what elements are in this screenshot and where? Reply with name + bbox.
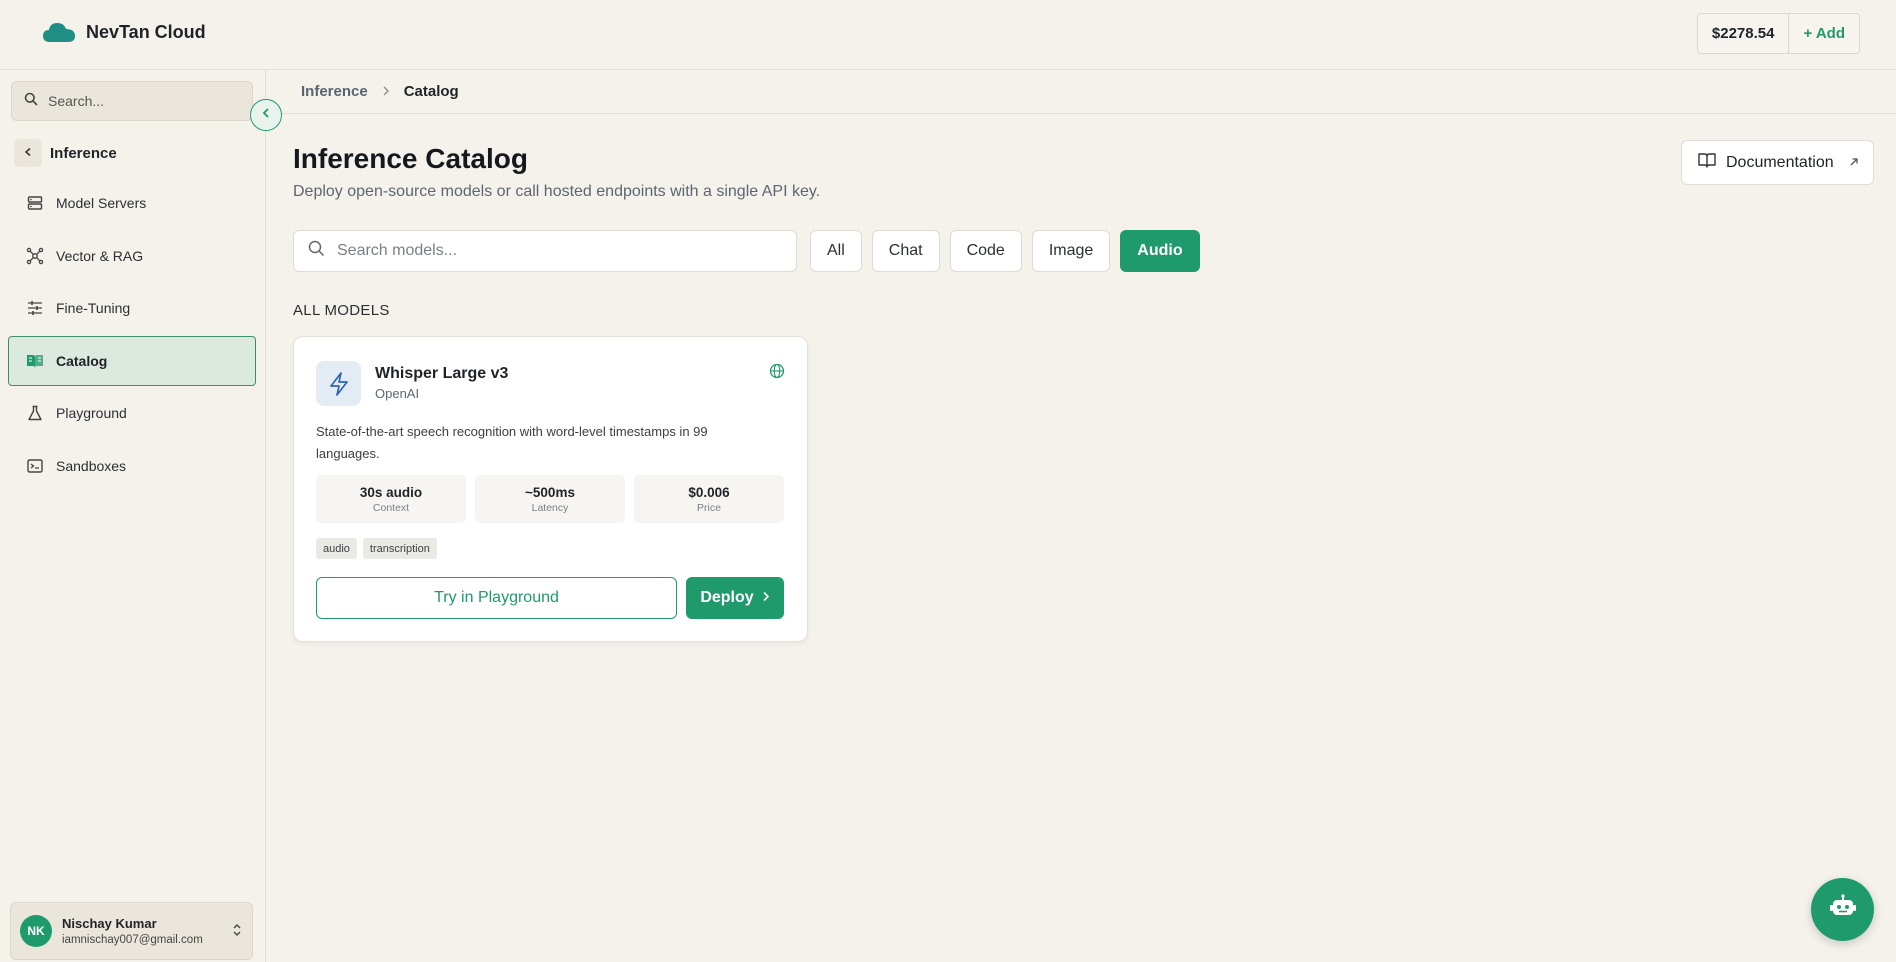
chevron-left-icon — [260, 106, 272, 124]
sidebar-section-title: Inference — [50, 144, 117, 162]
model-description: State-of-the-art speech recognition with… — [316, 424, 708, 461]
documentation-label: Documentation — [1726, 153, 1834, 171]
terminal-icon — [26, 457, 44, 475]
section-label: ALL MODELS — [293, 302, 390, 319]
collapse-sidebar-button[interactable] — [250, 99, 282, 131]
chevron-left-icon — [23, 144, 33, 162]
stat-value: ~500ms — [525, 484, 575, 500]
sidebar-search[interactable] — [11, 81, 253, 121]
model-name: Whisper Large v3 — [375, 365, 509, 382]
model-search[interactable] — [293, 230, 797, 272]
sidebar-section-header: Inference — [14, 139, 117, 167]
sidebar-item-catalog[interactable]: Catalog — [8, 335, 256, 386]
user-menu[interactable]: NK Nischay Kumar iamnischay007@gmail.com — [10, 902, 253, 960]
chevron-right-icon — [382, 83, 390, 100]
external-link-icon — [1849, 154, 1859, 172]
book-open-icon — [1698, 152, 1716, 173]
sidebar: Inference Model Servers Vector & RAG Fin… — [0, 70, 282, 962]
balance-amount: $2278.54 — [1698, 14, 1790, 53]
back-button[interactable] — [14, 139, 42, 167]
user-name: Nischay Kumar — [62, 916, 157, 931]
stat-label: Latency — [531, 501, 569, 514]
chevron-right-icon — [762, 589, 770, 607]
try-in-playground-button[interactable]: Try in Playground — [316, 577, 677, 619]
chevron-up-down-icon — [232, 922, 242, 943]
model-stats: 30s audio Context ~500ms Latency $0.006 … — [316, 475, 784, 523]
sliders-icon — [26, 299, 44, 317]
sidebar-item-label: Catalog — [56, 352, 108, 369]
cloud-logo-icon — [42, 20, 76, 44]
stat-latency: ~500ms Latency — [475, 475, 625, 523]
sidebar-item-label: Playground — [56, 405, 127, 421]
sidebar-nav: Model Servers Vector & RAG Fine-Tuning C… — [8, 178, 256, 493]
sidebar-search-input[interactable] — [48, 93, 238, 109]
breadcrumb-inference[interactable]: Inference — [301, 83, 368, 100]
model-tags: audio transcription — [316, 538, 437, 559]
robot-icon — [1829, 894, 1857, 925]
add-credit-button[interactable]: + Add — [1789, 14, 1859, 53]
user-email: iamnischay007@gmail.com — [62, 934, 203, 946]
page-title: Inference Catalog — [293, 143, 528, 174]
sidebar-item-sandboxes[interactable]: Sandboxes — [8, 441, 256, 491]
flask-icon — [26, 404, 44, 422]
filter-image[interactable]: Image — [1031, 230, 1111, 272]
stat-value: 30s audio — [359, 484, 423, 500]
sidebar-item-label: Vector & RAG — [56, 247, 144, 264]
deploy-label: Deploy — [700, 589, 754, 606]
server-icon — [26, 194, 44, 212]
sidebar-item-model-servers[interactable]: Model Servers — [8, 178, 256, 228]
book-icon — [26, 352, 44, 370]
deploy-button[interactable]: Deploy — [686, 577, 784, 619]
filter-code[interactable]: Code — [949, 230, 1022, 272]
model-card: Whisper Large v3 OpenAI State-of-the-art… — [293, 336, 808, 642]
filter-all[interactable]: All — [810, 230, 862, 272]
assistant-chat-button[interactable] — [1811, 878, 1874, 941]
breadcrumb: Inference Catalog — [266, 70, 1896, 114]
sidebar-item-label: Fine-Tuning — [56, 300, 131, 316]
stat-price: $0.006 Price — [634, 475, 784, 523]
network-icon — [26, 247, 44, 265]
lightning-icon — [316, 361, 361, 406]
avatar: NK — [20, 915, 52, 947]
sidebar-item-fine-tuning[interactable]: Fine-Tuning — [8, 283, 256, 333]
stat-label: Price — [697, 501, 721, 514]
brand[interactable]: NevTan Cloud — [42, 20, 206, 44]
sidebar-item-label: Sandboxes — [56, 457, 127, 474]
breadcrumb-current: Catalog — [403, 83, 459, 100]
page-subtitle: Deploy open-source models or call hosted… — [293, 183, 821, 200]
sidebar-item-vector-rag[interactable]: Vector & RAG — [8, 231, 256, 281]
stat-context: 30s audio Context — [316, 475, 466, 523]
search-icon — [308, 240, 325, 262]
model-search-input[interactable] — [337, 242, 777, 260]
search-icon — [24, 92, 38, 111]
tag: transcription — [362, 538, 437, 559]
sidebar-item-label: Model Servers — [56, 195, 147, 211]
balance-box: $2278.54 + Add — [1696, 13, 1860, 54]
filter-audio[interactable]: Audio — [1120, 230, 1200, 272]
model-vendor: OpenAI — [375, 386, 420, 401]
stat-label: Context — [372, 501, 410, 514]
sidebar-item-playground[interactable]: Playground — [8, 388, 256, 438]
brand-name: NevTan Cloud — [86, 21, 206, 42]
filter-chat[interactable]: Chat — [871, 230, 940, 272]
tag: audio — [316, 538, 357, 559]
category-filters: All Chat Code Image Audio — [810, 230, 1200, 272]
globe-icon — [769, 363, 785, 384]
stat-value: $0.006 — [688, 484, 730, 500]
documentation-button[interactable]: Documentation — [1681, 140, 1874, 185]
user-info: Nischay Kumar iamnischay007@gmail.com — [62, 916, 203, 946]
top-header: NevTan Cloud $2278.54 + Add — [0, 0, 1896, 70]
